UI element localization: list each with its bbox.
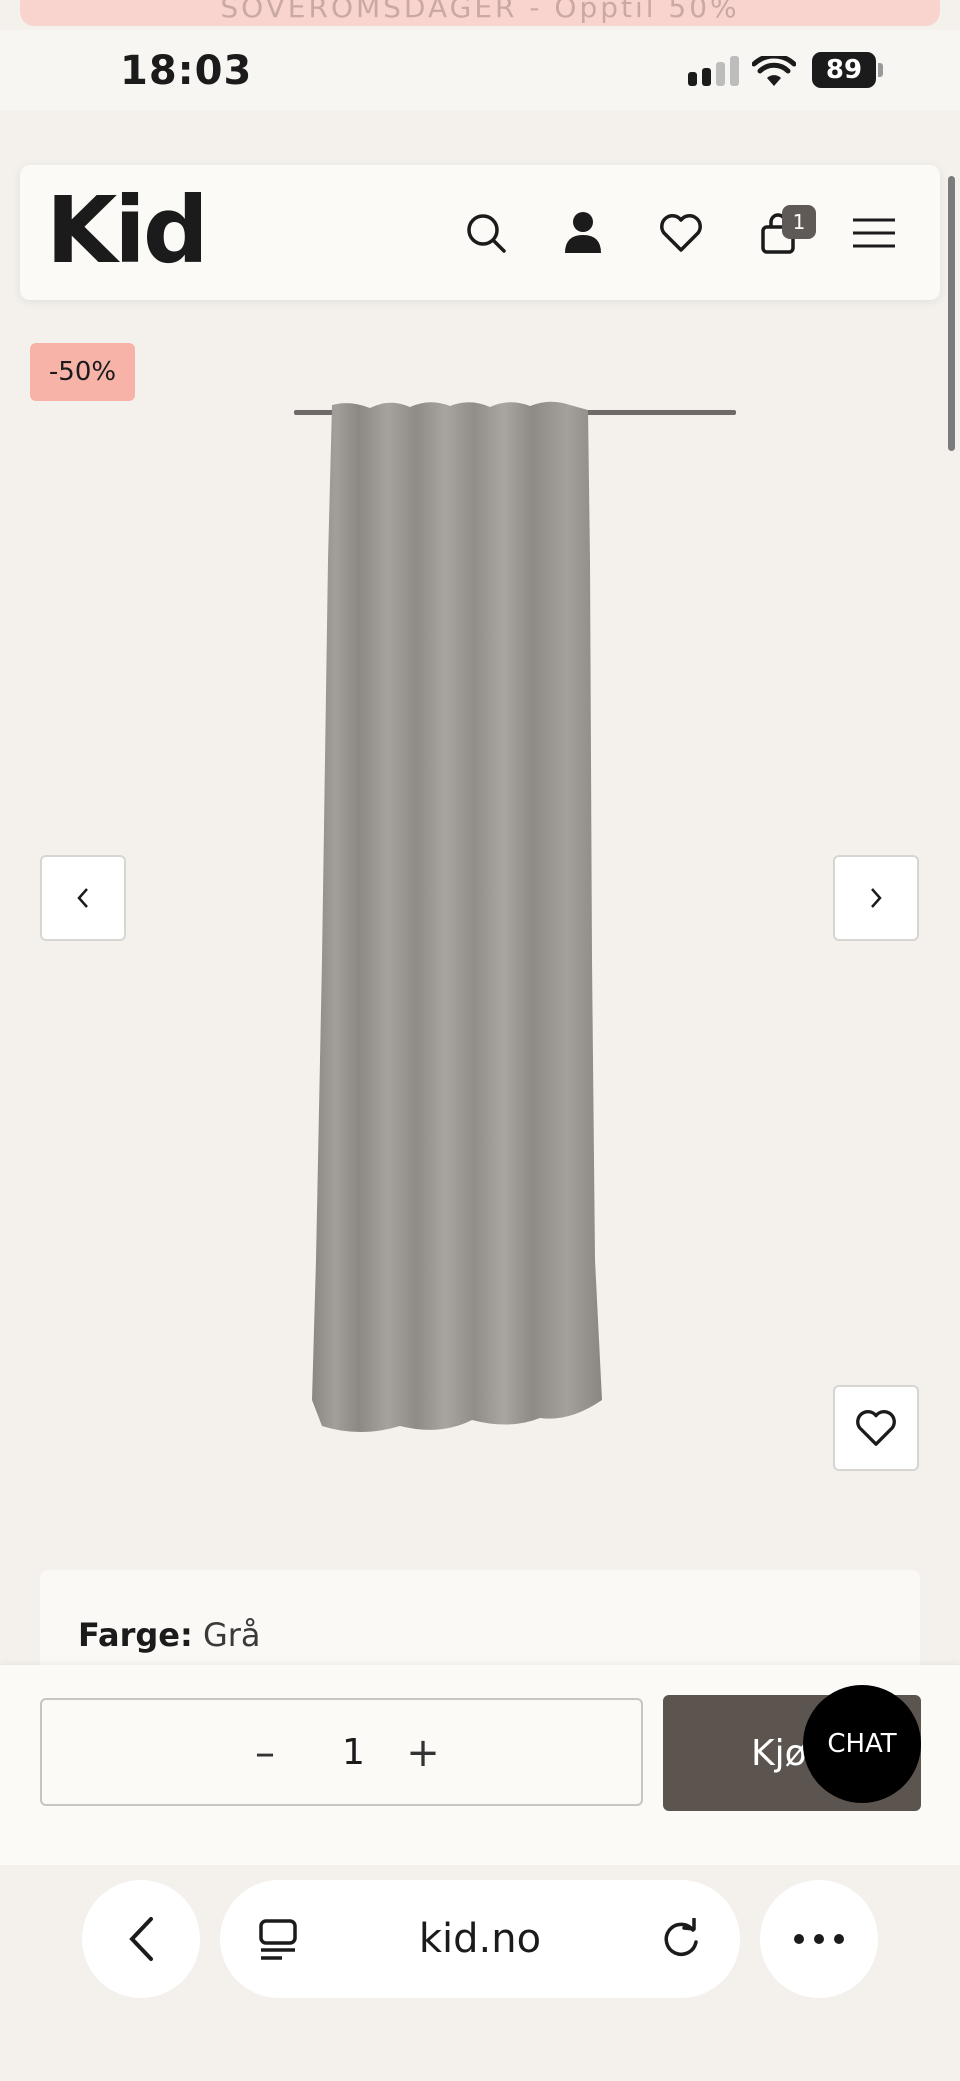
more-icon bbox=[794, 1934, 844, 1944]
promo-banner[interactable]: SOVEROMSDAGER - Opptil 50% bbox=[20, 0, 940, 26]
quantity-stepper: – 1 + bbox=[40, 1698, 643, 1806]
quantity-value[interactable]: 1 bbox=[342, 1728, 365, 1778]
color-label: Farge: bbox=[78, 1616, 193, 1654]
quantity-decrease-button[interactable]: – bbox=[240, 1728, 290, 1778]
user-icon[interactable] bbox=[555, 205, 611, 261]
heart-icon bbox=[856, 1410, 896, 1446]
status-bar: 18:03 89 bbox=[0, 30, 960, 110]
reload-icon[interactable] bbox=[660, 1918, 702, 1960]
chat-button[interactable]: CHAT bbox=[803, 1685, 921, 1803]
gallery-next-button[interactable] bbox=[833, 855, 919, 941]
address-bar[interactable]: kid.no bbox=[220, 1880, 740, 1998]
browser-toolbar: kid.no bbox=[0, 1865, 960, 2081]
color-value: Grå bbox=[202, 1616, 261, 1654]
search-icon[interactable] bbox=[458, 205, 514, 261]
promo-banner-text: SOVEROMSDAGER - Opptil 50% bbox=[220, 0, 740, 24]
chevron-right-icon bbox=[871, 888, 882, 908]
kid-logo[interactable]: Kid bbox=[46, 185, 209, 277]
chevron-left-icon bbox=[129, 1917, 153, 1961]
color-option[interactable]: Farge: Grå bbox=[78, 1616, 261, 1654]
product-image-curtain bbox=[294, 401, 736, 1432]
browser-back-button[interactable] bbox=[82, 1880, 200, 1998]
add-to-wishlist-button[interactable] bbox=[833, 1385, 919, 1471]
chevron-left-icon bbox=[77, 888, 88, 908]
battery-tip bbox=[878, 63, 883, 77]
cart-count-badge: 1 bbox=[782, 205, 816, 239]
cellular-signal-icon bbox=[688, 56, 739, 86]
wifi-icon bbox=[752, 56, 796, 86]
menu-icon[interactable] bbox=[846, 205, 902, 261]
status-time: 18:03 bbox=[120, 48, 253, 94]
discount-badge: -50% bbox=[30, 343, 135, 401]
gallery-prev-button[interactable] bbox=[40, 855, 126, 941]
battery-indicator: 89 bbox=[812, 52, 876, 88]
site-header: Kid 1 bbox=[20, 165, 940, 300]
heart-icon[interactable] bbox=[653, 205, 709, 261]
browser-more-button[interactable] bbox=[760, 1880, 878, 1998]
quantity-increase-button[interactable]: + bbox=[398, 1728, 448, 1778]
